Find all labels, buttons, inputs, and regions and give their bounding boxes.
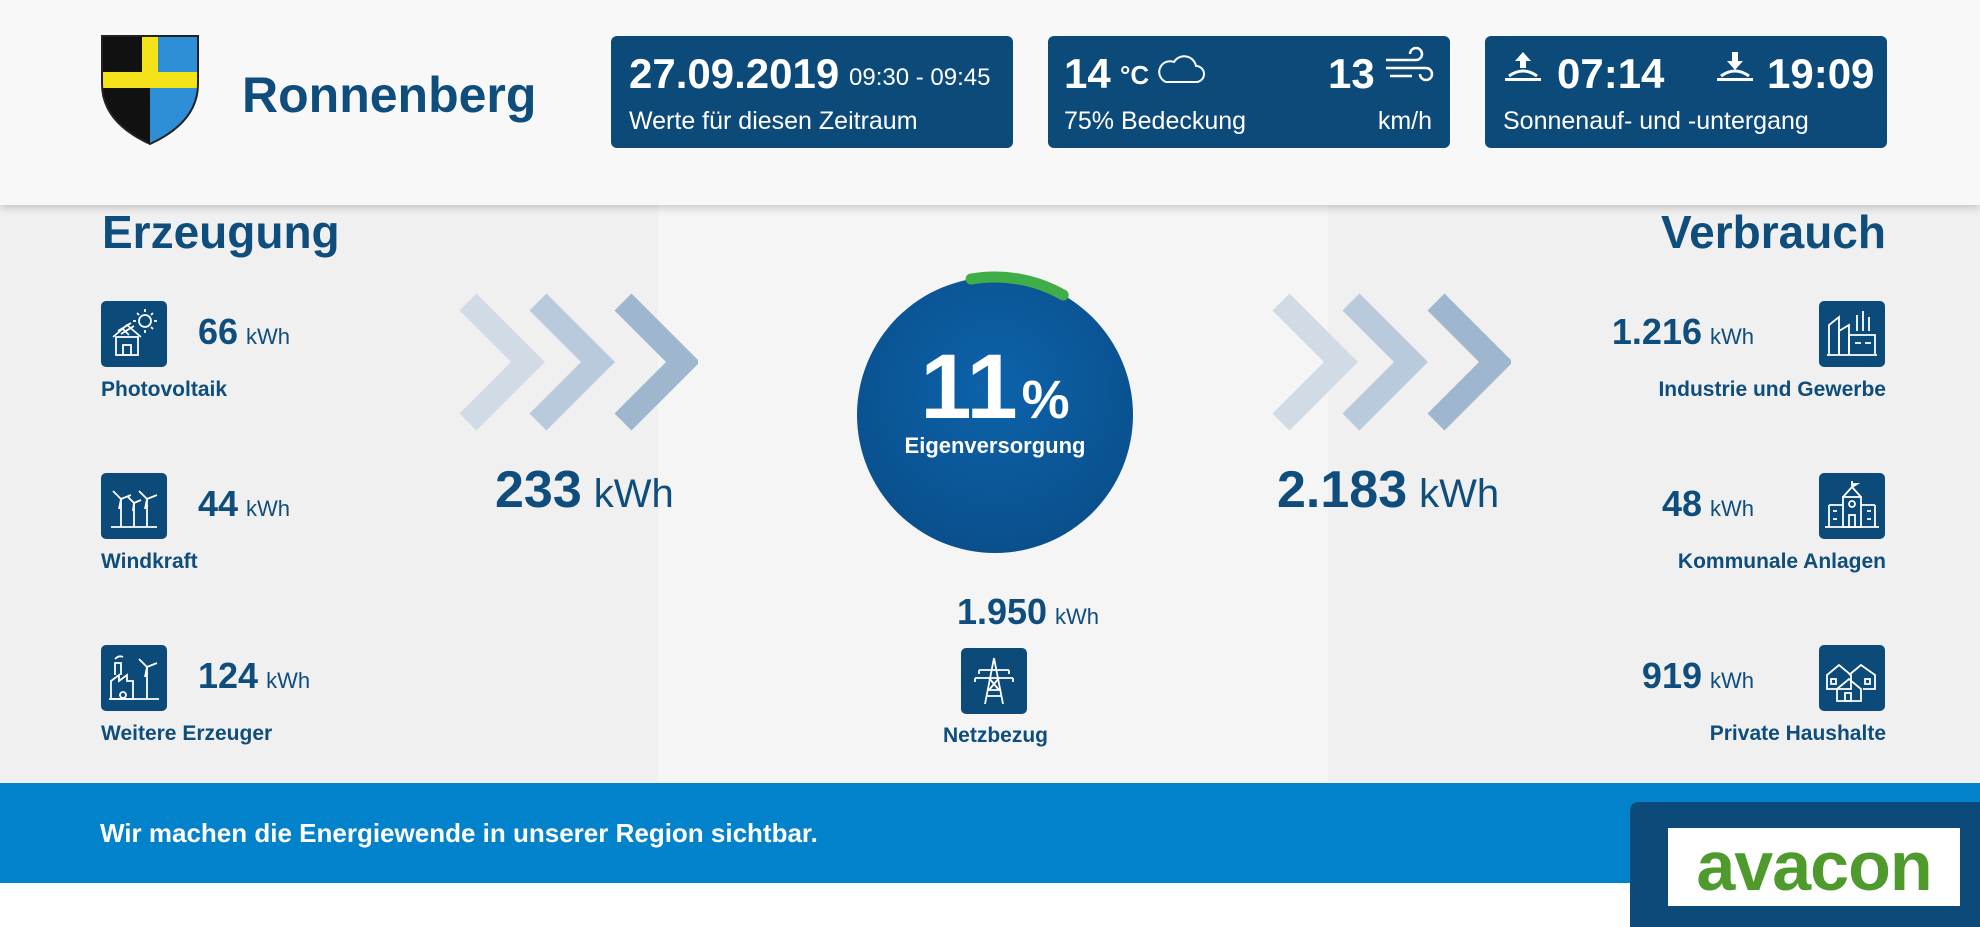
wind-turbines-icon xyxy=(101,473,167,539)
consumption-total: 2.183 kWh xyxy=(1277,461,1500,519)
sunrise-icon xyxy=(1505,52,1541,81)
windkraft-value: 44 kWh xyxy=(198,483,291,524)
sun-card: 07:14 19:09 Sonnenauf- und -untergang xyxy=(1485,36,1887,148)
industrie-label: Industrie und Gewerbe xyxy=(1658,378,1886,401)
haushalte-label: Private Haushalte xyxy=(1709,722,1886,745)
solar-house-icon xyxy=(101,301,167,367)
town-name: Ronnenberg xyxy=(242,67,537,123)
cloud-icon xyxy=(1158,55,1205,83)
header: Ronnenberg 27.09.2019 09:30 - 09:45 Wert… xyxy=(0,0,1980,205)
wind-icon xyxy=(1386,46,1434,82)
wind-speed-value: 13 xyxy=(1328,50,1375,97)
footer-slogan: Wir machen die Energiewende in unserer R… xyxy=(100,818,818,848)
haushalte-value: 919 kWh xyxy=(1641,655,1754,696)
photovoltaik-value: 66 kWh xyxy=(198,311,291,352)
date-caption: Werte für diesen Zeitraum xyxy=(629,107,918,135)
flow-arrows-left-icon xyxy=(459,293,698,431)
coat-of-arms-icon xyxy=(101,35,199,146)
self-supply-percent: 11% xyxy=(920,336,1070,438)
power-pylon-icon xyxy=(961,648,1027,714)
weitere-erzeuger-value: 124 kWh xyxy=(198,655,311,696)
weitere-erzeuger-label: Weitere Erzeuger xyxy=(101,722,273,745)
generation-total: 233 kWh xyxy=(495,461,674,519)
sunset-icon xyxy=(1717,52,1753,81)
weather-card: 14 °C 13 75% Bedeckung km/h xyxy=(1048,36,1450,148)
date-card: 27.09.2019 09:30 - 09:45 Werte für diese… xyxy=(611,36,1013,148)
sunrise-time: 07:14 xyxy=(1557,50,1665,97)
windkraft-label: Windkraft xyxy=(101,550,198,573)
self-supply-label: Eigenversorgung xyxy=(904,433,1086,458)
photovoltaik-label: Photovoltaik xyxy=(101,378,228,401)
industry-icon xyxy=(1819,301,1885,367)
consumption-title: Verbrauch xyxy=(1661,206,1886,258)
factory-turbine-icon xyxy=(101,645,167,711)
flow-arrows-right-icon xyxy=(1272,293,1511,431)
netzbezug-label: Netzbezug xyxy=(943,724,1048,747)
temperature-unit: °C xyxy=(1120,60,1150,90)
generation-title: Erzeugung xyxy=(102,206,340,258)
avacon-logo: avacon xyxy=(1668,828,1960,906)
wind-unit: km/h xyxy=(1377,107,1432,135)
time-range: 09:30 - 09:45 xyxy=(849,64,991,91)
date-value: 27.09.2019 xyxy=(629,50,840,97)
industrie-value: 1.216 kWh xyxy=(1611,311,1754,352)
houses-icon xyxy=(1819,645,1885,711)
kommunale-label: Kommunale Anlagen xyxy=(1677,550,1886,573)
sunset-time: 19:09 xyxy=(1767,50,1875,97)
cloud-cover: 75% Bedeckung xyxy=(1064,107,1247,135)
netzbezug-value: 1.950 kWh xyxy=(956,591,1100,632)
kommunale-value: 48 kWh xyxy=(1661,483,1754,524)
logo-panel: avacon xyxy=(1630,802,1980,927)
town-hall-icon xyxy=(1819,473,1885,539)
sun-caption: Sonnenauf- und -untergang xyxy=(1503,107,1809,135)
temperature-value: 14 xyxy=(1064,50,1111,97)
